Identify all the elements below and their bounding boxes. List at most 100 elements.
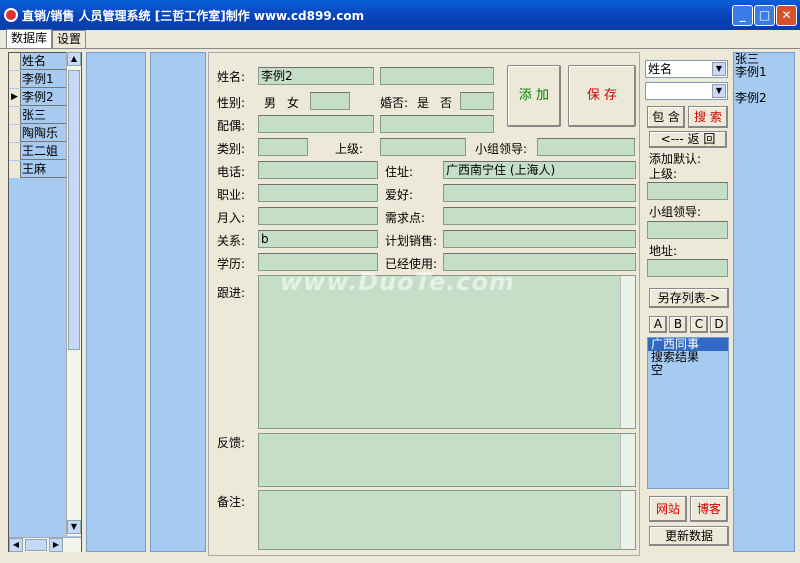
relation-label: 关系: xyxy=(217,234,246,248)
spouse-field[interactable] xyxy=(258,115,374,133)
superior-label: 上级: xyxy=(335,142,364,156)
superior-field[interactable] xyxy=(380,138,466,156)
feedback-textarea[interactable] xyxy=(258,433,636,487)
name-field[interactable]: 李例2 xyxy=(258,67,374,85)
value-select[interactable]: ▼ xyxy=(645,82,728,100)
notes-label: 备注: xyxy=(217,495,246,509)
tab-settings[interactable]: 设置 xyxy=(52,30,87,48)
current-row-icon: ▶ xyxy=(9,89,21,106)
back-button[interactable]: <--- 返 回 xyxy=(649,131,727,148)
notes-scrollbar[interactable] xyxy=(620,491,635,549)
maximize-button[interactable]: □ xyxy=(754,5,775,26)
filter-a-button[interactable]: A xyxy=(649,316,667,333)
default-leader-field[interactable] xyxy=(647,221,728,239)
followup-scrollbar[interactable] xyxy=(620,276,635,428)
spouse-label: 配偶: xyxy=(217,119,246,133)
married-yes-option[interactable]: 是 xyxy=(417,94,429,111)
job-field[interactable] xyxy=(258,184,378,202)
job-label: 职业: xyxy=(217,188,246,202)
tab-divider xyxy=(0,48,800,49)
income-label: 月入: xyxy=(217,211,246,225)
field-select[interactable]: 姓名 ▼ xyxy=(645,60,728,78)
chevron-down-icon[interactable]: ▼ xyxy=(712,62,726,76)
list-item[interactable]: 空 xyxy=(648,364,728,377)
education-label: 学历: xyxy=(217,257,246,271)
feedback-scrollbar[interactable] xyxy=(620,434,635,486)
phone-label: 电话: xyxy=(217,165,246,179)
save-list-button[interactable]: 另存列表-> xyxy=(649,288,729,308)
gender-female-option[interactable]: 女 xyxy=(287,94,299,111)
table-row[interactable]: 陶陶乐 xyxy=(9,125,67,142)
table-row[interactable]: 王麻 xyxy=(9,161,67,178)
gender-male-option[interactable]: 男 xyxy=(264,94,276,111)
default-superior-field[interactable] xyxy=(647,182,728,200)
group-leader-field[interactable] xyxy=(537,138,635,156)
chevron-down-icon[interactable]: ▼ xyxy=(712,84,726,98)
followup-textarea[interactable] xyxy=(258,275,636,429)
app-icon xyxy=(4,8,18,22)
blank-list-panel-2[interactable] xyxy=(150,52,206,552)
married-no-option[interactable]: 否 xyxy=(440,94,452,111)
hscroll-thumb[interactable] xyxy=(25,539,47,551)
blog-button[interactable]: 博客 xyxy=(690,496,728,522)
search-button[interactable]: 搜 索 xyxy=(688,106,728,128)
address-label: 住址: xyxy=(385,165,414,179)
spouse-extra-field[interactable] xyxy=(380,115,494,133)
tab-database[interactable]: 数据库 xyxy=(6,29,53,49)
hobby-field[interactable] xyxy=(443,184,636,202)
table-row[interactable]: 张三 xyxy=(9,107,67,124)
gender-label: 性别: xyxy=(217,96,246,110)
list-item[interactable]: 李例2 xyxy=(734,92,794,105)
default-address-field[interactable] xyxy=(647,259,728,277)
scroll-thumb[interactable] xyxy=(68,70,80,350)
table-row[interactable]: 王二姐 xyxy=(9,143,67,160)
add-button[interactable]: 添 加 xyxy=(507,65,561,127)
married-label: 婚否: xyxy=(380,96,409,110)
followup-label: 跟进: xyxy=(217,286,246,300)
phone-field[interactable] xyxy=(258,161,378,179)
grid-horizontal-scrollbar[interactable]: ◀ ▶ xyxy=(9,537,81,552)
grid-vertical-scrollbar[interactable]: ▲ ▼ xyxy=(66,52,81,536)
name-label: 姓名: xyxy=(217,70,246,84)
feedback-label: 反馈: xyxy=(217,436,246,450)
blank-list-panel-1[interactable] xyxy=(86,52,146,552)
name-extra-field[interactable] xyxy=(380,67,494,85)
contains-button[interactable]: 包 含 xyxy=(647,106,685,128)
scroll-right-icon[interactable]: ▶ xyxy=(49,538,63,552)
married-field[interactable] xyxy=(460,92,494,110)
relation-field[interactable]: b xyxy=(258,230,378,248)
filter-c-button[interactable]: C xyxy=(690,316,708,333)
scroll-down-icon[interactable]: ▼ xyxy=(67,520,81,534)
filter-d-button[interactable]: D xyxy=(710,316,728,333)
table-row[interactable]: ▶ 李例2 xyxy=(9,89,67,106)
window-title: 直销/销售 人员管理系统 [三哲工作室]制作 www.cd899.com xyxy=(22,9,365,23)
gender-field[interactable] xyxy=(310,92,350,110)
income-field[interactable] xyxy=(258,207,378,225)
group-leader-label: 小组领导: xyxy=(475,142,528,156)
far-right-listbox[interactable]: 张三 李例1 李例2 xyxy=(733,52,795,552)
default-superior-label: 上级: xyxy=(649,167,678,181)
notes-textarea[interactable] xyxy=(258,490,636,550)
watermark: www.DuoTe.com xyxy=(280,268,515,296)
saved-lists-listbox[interactable]: 广西同事 搜索结果 空 xyxy=(647,337,729,489)
save-button[interactable]: 保 存 xyxy=(568,65,636,127)
grid-header: 姓名 xyxy=(9,53,67,70)
filter-b-button[interactable]: B xyxy=(669,316,687,333)
list-item[interactable]: 李例1 xyxy=(734,66,794,79)
scroll-left-icon[interactable]: ◀ xyxy=(9,538,23,552)
minimize-button[interactable]: _ xyxy=(732,5,753,26)
website-button[interactable]: 网站 xyxy=(649,496,687,522)
table-row[interactable]: 李例1 xyxy=(9,71,67,88)
plan-label: 计划销售: xyxy=(385,234,438,248)
hobby-label: 爱好: xyxy=(385,188,414,202)
scroll-up-icon[interactable]: ▲ xyxy=(67,52,81,66)
address-field[interactable]: 广西南宁住 (上海人) xyxy=(443,161,636,179)
default-leader-label: 小组领导: xyxy=(649,205,702,219)
default-address-label: 地址: xyxy=(649,244,678,258)
category-label: 类别: xyxy=(217,142,246,156)
update-data-button[interactable]: 更新数据 xyxy=(649,526,729,546)
plan-field[interactable] xyxy=(443,230,636,248)
category-field[interactable] xyxy=(258,138,308,156)
close-button[interactable]: ✕ xyxy=(776,5,797,26)
needs-field[interactable] xyxy=(443,207,636,225)
